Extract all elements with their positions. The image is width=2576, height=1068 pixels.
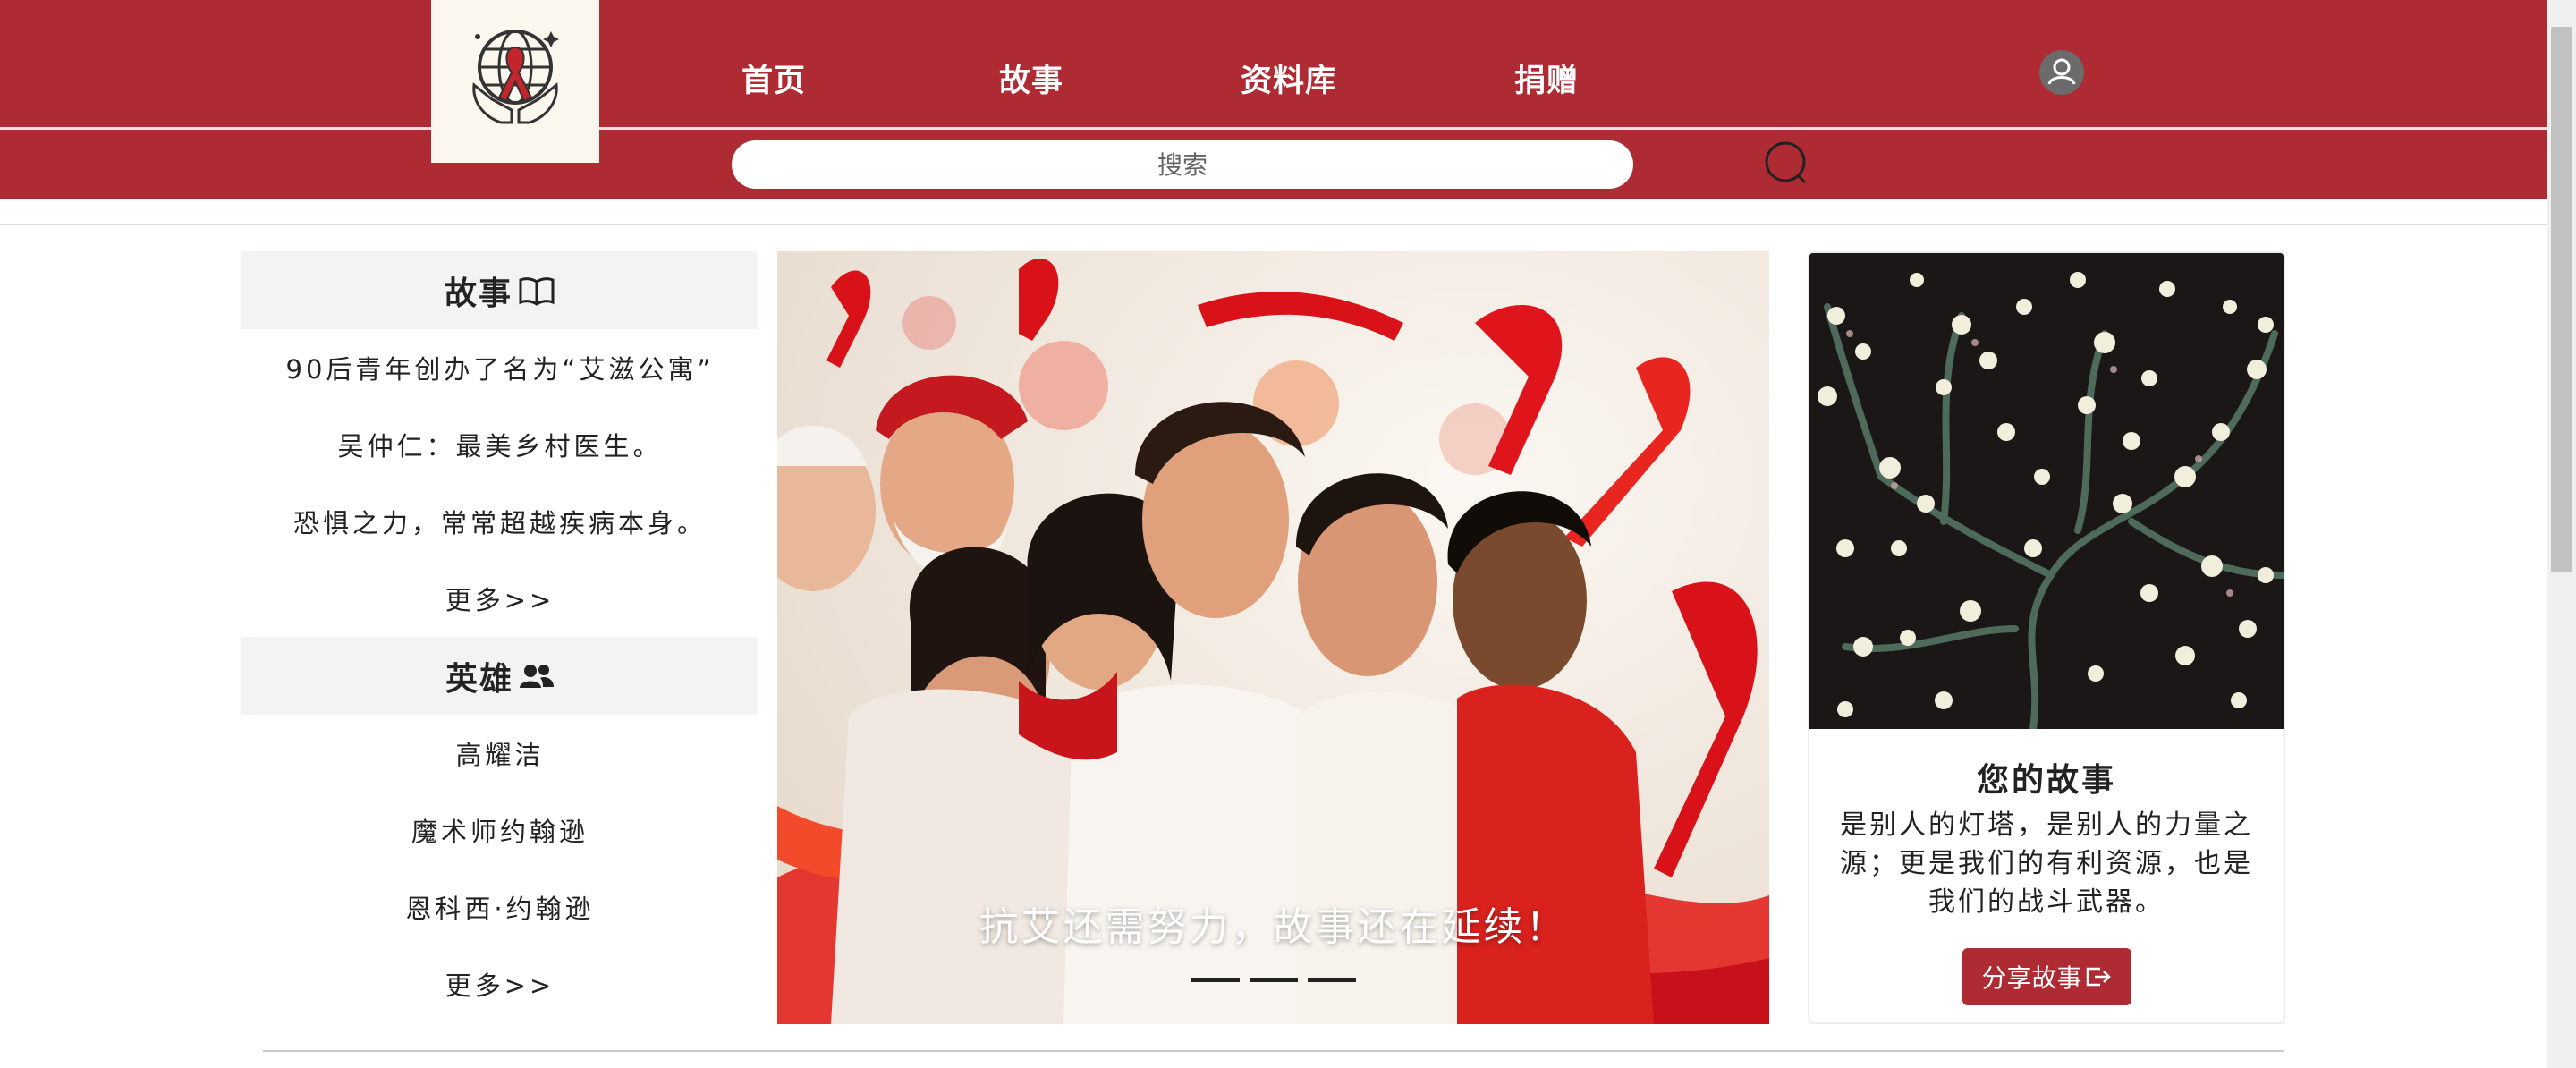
logo[interactable] (431, 0, 599, 163)
your-story-title: 您的故事 (1976, 762, 2116, 799)
carousel-indicator[interactable] (1308, 978, 1356, 982)
share-story-button[interactable]: 分享故事 (1962, 948, 2131, 1005)
your-story-card: 您的故事 是别人的灯塔，是别人的力量之源；更是我们的有利资源，也是我们的战斗武器… (1808, 251, 2285, 1024)
stories-section-heading: 故事 (242, 251, 758, 329)
share-icon (2086, 967, 2111, 987)
left-sidebar: 故事 90后青年创办了名为“艾滋公寓” 吴仲仁：最美乡村医生。 恐惧之力，常常超… (242, 251, 758, 1022)
carousel-indicator[interactable] (1191, 978, 1240, 982)
nav-donate[interactable]: 捐赠 (1514, 55, 1579, 101)
nav-library[interactable]: 资料库 (1241, 55, 1337, 101)
almond-blossom-image (1809, 253, 2284, 729)
search-input[interactable] (732, 140, 1633, 189)
nav-stories[interactable]: 故事 (999, 55, 1063, 101)
open-book-icon (519, 276, 555, 306)
stories-more-link[interactable]: 更多>> (242, 560, 758, 637)
story-link[interactable]: 90后青年创办了名为“艾滋公寓” (242, 329, 758, 406)
search-button[interactable] (1764, 141, 1809, 186)
hero-link[interactable]: 高耀洁 (242, 715, 758, 792)
heroes-section-heading: 英雄 (242, 637, 758, 715)
share-button-label: 分享故事 (1981, 963, 2082, 993)
carousel-indicator[interactable] (1250, 978, 1298, 982)
hero-carousel[interactable]: 抗艾还需努力，故事还在延续！ (777, 251, 1769, 1024)
heroes-heading-text: 英雄 (445, 660, 513, 698)
hero-link[interactable]: 魔术师约翰逊 (242, 792, 758, 869)
search-icon (1765, 141, 1807, 184)
user-icon (2047, 58, 2076, 85)
scrollbar-thumb[interactable] (2551, 27, 2572, 572)
carousel-caption: 抗艾还需努力，故事还在延续！ (979, 904, 1568, 950)
hero-link[interactable]: 恩科西·约翰逊 (242, 869, 758, 945)
user-account-button[interactable] (2039, 50, 2084, 95)
story-link[interactable]: 恐惧之力，常常超越疾病本身。 (242, 483, 758, 560)
story-link[interactable]: 吴仲仁：最美乡村医生。 (242, 406, 758, 483)
nav-home[interactable]: 首页 (741, 55, 806, 101)
ribbon-globe-hands-logo (472, 30, 559, 124)
heroes-more-link[interactable]: 更多>> (242, 945, 758, 1022)
your-story-text: 是别人的灯塔，是别人的力量之源；更是我们的有利资源，也是我们的战斗武器。 (1840, 809, 2253, 918)
users-icon (520, 664, 554, 688)
header-divider (0, 127, 2547, 130)
section-divider (0, 224, 2547, 225)
stories-heading-text: 故事 (444, 275, 513, 312)
bottom-divider (263, 1050, 2284, 1052)
